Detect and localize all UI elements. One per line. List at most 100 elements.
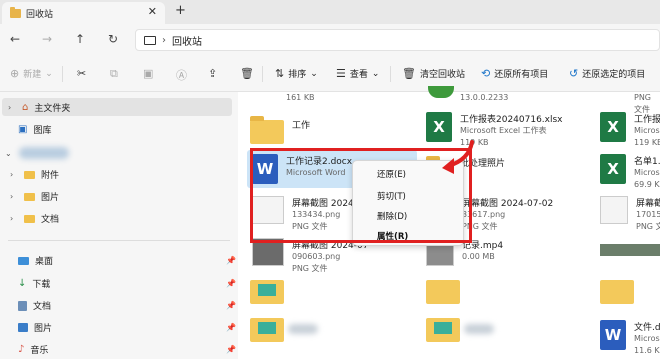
folder-icon[interactable] (426, 280, 460, 304)
tab-bar: 回收站 ✕ + (0, 0, 660, 24)
file-name: 工作报表20240716.xlsx (460, 115, 563, 125)
divider (390, 66, 391, 82)
sidebar-item-label: 音乐 (30, 346, 49, 356)
pin-icon: 📌 (226, 323, 236, 332)
sort-button[interactable]: ⇅ 排序 ⌄ (275, 67, 318, 80)
sidebar-item-label: 主文件夹 (34, 104, 71, 114)
blurred-name (288, 324, 318, 334)
sidebar-item-pictures[interactable]: › 图片 (10, 190, 59, 203)
restore-selected-button[interactable]: ↺ 还原选定的项目 (569, 67, 645, 80)
list-item-right2[interactable]: X 名单1. Microsoft 69.9 K (600, 154, 660, 191)
sidebar-item-label: 附件 (41, 171, 60, 181)
sidebar-item-gallery[interactable]: ▣ 图库 (18, 123, 51, 136)
sidebar-item-label: 文档 (33, 302, 52, 312)
close-tab-icon[interactable]: ✕ (148, 5, 157, 18)
restore-selected-label: 还原选定的项目 (582, 70, 646, 80)
desktop-icon (18, 256, 29, 265)
sidebar-item-cloud[interactable]: ⌄ (5, 147, 69, 159)
chevron-right-icon: › (8, 103, 12, 112)
navigation-bar: ← → ↑ ↻ › 回收站 (0, 24, 660, 54)
file-type: PNG 文 (636, 222, 660, 231)
sidebar-item-label: 桌面 (35, 257, 54, 267)
file-sub: 33617.png (462, 210, 506, 219)
chevron-right-icon: › (162, 34, 166, 46)
picture-icon (18, 323, 28, 332)
download-icon: ↓ (18, 278, 27, 289)
rename-icon[interactable]: Ⓐ (176, 67, 187, 83)
divider (8, 240, 230, 241)
file-type: Microsoft Excel 工作表 (460, 126, 547, 135)
new-button[interactable]: ⊕ 新建 ⌄ (10, 67, 53, 80)
view-button[interactable]: ☰ 查看 ⌄ (336, 67, 379, 80)
sort-icon: ⇅ (275, 67, 285, 80)
blurred-name (464, 324, 494, 334)
folder-icon[interactable] (600, 280, 634, 304)
list-item-bottom-doc[interactable]: W 文件.d Microsoft 11.6 K (600, 320, 660, 357)
chevron-down-icon: ⌄ (371, 68, 380, 79)
pin-icon: 📌 (226, 301, 236, 310)
file-sub: 090603.png (292, 252, 341, 261)
tab-recycle-bin[interactable]: 回收站 ✕ (2, 2, 165, 24)
file-sub: 170159 (636, 210, 660, 219)
monitor-icon (144, 35, 156, 45)
paste-icon[interactable]: ▣ (143, 67, 153, 80)
file-type: Microsoft (634, 334, 660, 343)
copy-icon[interactable]: ⧉ (110, 67, 118, 81)
file-type: PNG 文件 (462, 222, 498, 231)
file-name: 工作 (292, 121, 311, 131)
new-tab-button[interactable]: + (175, 3, 186, 18)
chevron-right-icon: › (10, 214, 14, 223)
forward-icon[interactable]: → (42, 32, 52, 46)
list-item[interactable]: 161 KB (286, 92, 315, 104)
image-thumbnail (600, 244, 660, 256)
sidebar-item-downloads[interactable]: ↓ 下载 (18, 277, 50, 290)
list-item-screenshot3[interactable]: 屏幕截图 2024-07 090603.png PNG 文件 (252, 238, 368, 275)
sidebar-item-pics[interactable]: 图片 (18, 321, 52, 334)
pin-icon: 📌 (226, 256, 236, 265)
restore-all-button[interactable]: ⟲ 还原所有项目 (481, 67, 548, 80)
view-icon: ☰ (336, 67, 346, 80)
file-name: 屏幕截 (636, 199, 660, 209)
file-version: 13.0.0.2233 (460, 93, 509, 102)
empty-recycle-bin-button[interactable]: 🗑 清空回收站 (402, 67, 465, 80)
chevron-right-icon: › (10, 170, 14, 179)
file-size: 11.6 K (634, 346, 660, 355)
delete-icon[interactable]: 🗑 (240, 67, 254, 80)
app-icon (428, 86, 454, 98)
sidebar-item-desktop[interactable]: 桌面 (18, 254, 53, 267)
file-size: 0.00 MB (462, 252, 495, 261)
list-item[interactable]: 13.0.0.2233 (460, 92, 508, 104)
folder-preview (258, 284, 276, 296)
sidebar-item-music[interactable]: ♪ 音乐 (18, 343, 48, 356)
file-name: 名单1. (634, 157, 660, 167)
cut-icon[interactable]: ✂ (77, 67, 86, 80)
pin-icon: 📌 (226, 345, 236, 354)
address-bar[interactable]: › 回收站 (135, 29, 660, 51)
back-icon[interactable]: ← (10, 32, 20, 46)
file-type: PNG 文件 (292, 264, 328, 273)
folder-icon (10, 6, 21, 18)
address-text: 回收站 (172, 36, 202, 48)
sidebar-item-attachments[interactable]: › 附件 (10, 168, 59, 181)
list-item-right1[interactable]: X 工作报 Microsoft 119 KB (600, 112, 660, 149)
view-label: 查看 (349, 70, 368, 80)
folder-preview (434, 322, 452, 334)
share-icon[interactable]: ⇪ (208, 67, 217, 80)
sidebar-item-home[interactable]: › ⌂ 主文件夹 (8, 101, 70, 114)
file-type: Microsoft (634, 168, 660, 177)
restore-icon: ↺ (569, 67, 579, 80)
chevron-down-icon: ⌄ (5, 148, 12, 158)
sidebar-item-label: 文档 (41, 215, 60, 225)
folder-icon (24, 214, 35, 223)
excel-icon: X (600, 112, 626, 142)
sidebar-item-documents[interactable]: › 文档 (10, 212, 59, 225)
sidebar-item-docs[interactable]: 文档 (18, 299, 51, 312)
file-type: Microsoft (634, 126, 660, 135)
up-icon[interactable]: ↑ (75, 32, 85, 46)
list-item-right3[interactable]: 屏幕截 170159 PNG 文 (600, 196, 660, 233)
refresh-icon[interactable]: ↻ (108, 32, 118, 46)
pin-icon: 📌 (226, 279, 236, 288)
restore-all-label: 还原所有项目 (494, 70, 549, 80)
annotation-arrow-icon (442, 140, 474, 174)
list-item-folder-work[interactable]: 工作 (250, 116, 310, 144)
